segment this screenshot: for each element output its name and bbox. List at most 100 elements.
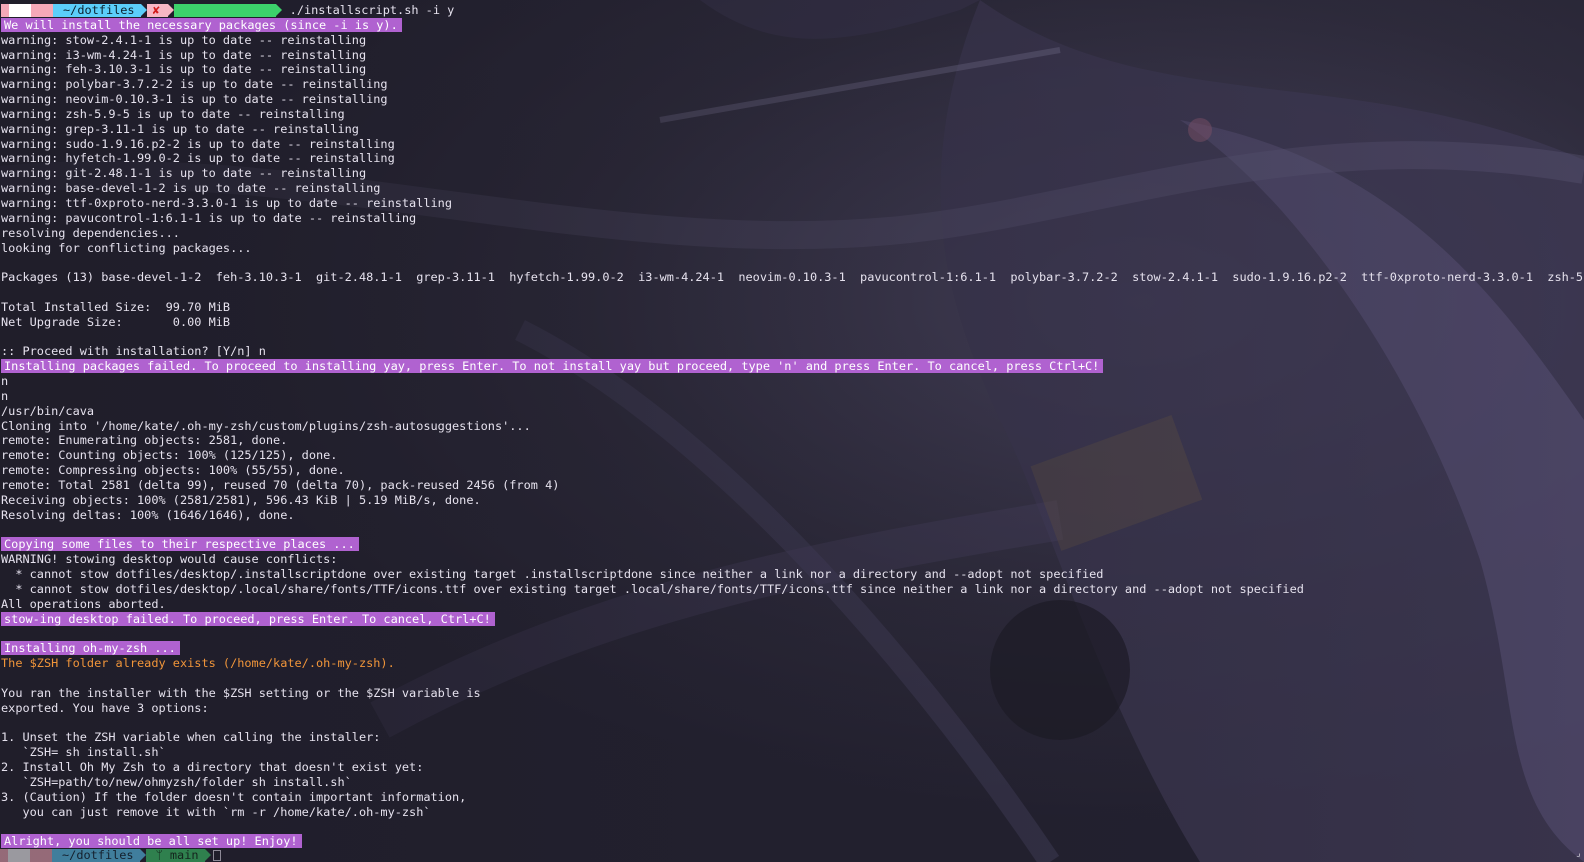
terminal-line: warning: zsh-5.9-5 is up to date -- rein…	[0, 107, 1584, 122]
terminal-line: warning: grep-3.11-1 is up to date -- re…	[0, 122, 1584, 137]
terminal-line-text: warning: i3-wm-4.24-1 is up to date -- r…	[1, 47, 367, 62]
terminal-line-text: warning: ttf-0xproto-nerd-3.3.0-1 is up …	[1, 195, 453, 210]
terminal-window[interactable]: ~/dotfiles ✘ ᛘ main ./installscript.sh -…	[0, 0, 1584, 862]
git-branch-icon: ᛘ	[227, 16, 241, 17]
terminal-line: stow-ing desktop failed. To proceed, pre…	[0, 611, 1584, 627]
terminal-line-text: exported. You have 3 options:	[1, 700, 209, 715]
prompt-branch-name: main	[241, 16, 270, 17]
prompt-separator-arrow	[275, 4, 282, 17]
terminal-line-text: warning: git-2.48.1-1 is up to date -- r…	[1, 166, 367, 181]
terminal-line-text: n	[1, 374, 9, 389]
highlighted-status-message: We will install the necessary packages (…	[1, 17, 402, 32]
terminal-line: warning: ttf-0xproto-nerd-3.3.0-1 is up …	[0, 196, 1584, 211]
terminal-line: n	[0, 389, 1584, 404]
shell-prompt: ~/dotfiles ✘ ᛘ main ./installscript.sh -…	[0, 3, 1584, 18]
terminal-line: Packages (13) base-devel-1-2 feh-3.10.3-…	[0, 270, 1584, 285]
terminal-line: Resolving deltas: 100% (1646/1646), done…	[0, 508, 1584, 523]
terminal-line-text: warning: feh-3.10.3-1 is up to date -- r…	[1, 62, 367, 77]
terminal-line: 3. (Caution) If the folder doesn't conta…	[0, 790, 1584, 805]
terminal-line-text: warning: base-devel-1-2 is up to date --…	[1, 181, 381, 196]
terminal-line: Total Installed Size: 99.70 MiB	[0, 300, 1584, 315]
terminal-line: remote: Counting objects: 100% (125/125)…	[0, 448, 1584, 463]
terminal-line: warning: sudo-1.9.16.p2-2 is up to date …	[0, 137, 1584, 152]
terminal-line-text: warning: grep-3.11-1 is up to date -- re…	[1, 121, 359, 136]
highlighted-status-message: Copying some files to their respective p…	[1, 537, 359, 552]
terminal-line: remote: Total 2581 (delta 99), reused 70…	[0, 478, 1584, 493]
terminal-line-text: * cannot stow dotfiles/desktop/.local/sh…	[1, 581, 1304, 596]
terminal-line: Installing packages failed. To proceed t…	[0, 359, 1584, 374]
terminal-line-text: /usr/bin/cava	[1, 403, 95, 418]
terminal-line: * cannot stow dotfiles/desktop/.local/sh…	[0, 582, 1584, 597]
terminal-line-text: * cannot stow dotfiles/desktop/.installs…	[1, 567, 1104, 582]
terminal-line-text: warning: polybar-3.7.2-2 is up to date -…	[1, 77, 388, 92]
terminal-output: We will install the necessary packages (…	[0, 17, 1584, 849]
terminal-line: warning: git-2.48.1-1 is up to date -- r…	[0, 166, 1584, 181]
warning-message: The $ZSH folder already exists (/home/ka…	[1, 656, 395, 671]
terminal-line-text: remote: Enumerating objects: 2581, done.	[1, 433, 288, 448]
highlighted-status-message: Installing oh-my-zsh ...	[1, 641, 180, 656]
terminal-line: All operations aborted.	[0, 597, 1584, 612]
terminal-line-text: Net Upgrade Size: 0.00 MiB	[1, 314, 231, 329]
terminal-line: warning: base-devel-1-2 is up to date --…	[0, 181, 1584, 196]
terminal-line: `ZSH= sh install.sh`	[0, 745, 1584, 760]
highlighted-status-message: Alright, you should be all set up! Enjoy…	[1, 834, 302, 849]
terminal-line-text: warning: pavucontrol-1:6.1-1 is up to da…	[1, 210, 417, 225]
terminal-line-text: `ZSH= sh install.sh`	[1, 745, 166, 760]
terminal-line: Alright, you should be all set up! Enjoy…	[0, 834, 1584, 849]
terminal-line-text: 1. Unset the ZSH variable when calling t…	[1, 730, 381, 745]
terminal-line: n	[0, 374, 1584, 389]
terminal-line: exported. You have 3 options:	[0, 701, 1584, 716]
terminal-line-text: 2. Install Oh My Zsh to a directory that…	[1, 760, 424, 775]
terminal-line-text: remote: Compressing objects: 100% (55/55…	[1, 463, 345, 478]
terminal-line: The $ZSH folder already exists (/home/ka…	[0, 656, 1584, 671]
highlighted-status-message: stow-ing desktop failed. To proceed, pre…	[1, 611, 495, 626]
terminal-line: looking for conflicting packages...	[0, 241, 1584, 256]
terminal-line-text: resolving dependencies...	[1, 225, 180, 240]
prompt-error-status: ✘	[146, 3, 168, 17]
terminal-line-text: warning: sudo-1.9.16.p2-2 is up to date …	[1, 136, 395, 151]
terminal-line: You ran the installer with the $ZSH sett…	[0, 686, 1584, 701]
terminal-line: resolving dependencies...	[0, 226, 1584, 241]
terminal-line-text: Packages (13) base-devel-1-2 feh-3.10.3-…	[1, 270, 1584, 285]
terminal-line-text: warning: hyfetch-1.99.0-2 is up to date …	[1, 151, 395, 166]
terminal-line-text: remote: Counting objects: 100% (125/125)…	[1, 448, 338, 463]
terminal-line-text: n	[1, 388, 9, 403]
terminal-line: warning: stow-2.4.1-1 is up to date -- r…	[0, 33, 1584, 48]
terminal-line: * cannot stow dotfiles/desktop/.installs…	[0, 567, 1584, 582]
terminal-line: `ZSH=path/to/new/ohmyzsh/folder sh insta…	[0, 775, 1584, 790]
terminal-line-text: warning: neovim-0.10.3-1 is up to date -…	[1, 92, 388, 107]
terminal-line: Copying some files to their respective p…	[0, 537, 1584, 552]
terminal-line: Installing oh-my-zsh ...	[0, 641, 1584, 656]
terminal-line: warning: feh-3.10.3-1 is up to date -- r…	[0, 62, 1584, 77]
terminal-line-text: `ZSH=path/to/new/ohmyzsh/folder sh insta…	[1, 774, 352, 789]
terminal-line: Net Upgrade Size: 0.00 MiB	[0, 315, 1584, 330]
terminal-line: We will install the necessary packages (…	[0, 17, 1584, 33]
terminal-line: you can just remove it with `rm -r /home…	[0, 805, 1584, 820]
terminal-line: Receiving objects: 100% (2581/2581), 596…	[0, 493, 1584, 508]
terminal-line-text: Resolving deltas: 100% (1646/1646), done…	[1, 507, 295, 522]
terminal-line-text: remote: Total 2581 (delta 99), reused 70…	[1, 478, 560, 492]
terminal-line: /usr/bin/cava	[0, 404, 1584, 419]
terminal-line-text: All operations aborted.	[1, 596, 166, 611]
terminal-line: warning: neovim-0.10.3-1 is up to date -…	[0, 92, 1584, 107]
terminal-line-text: 3. (Caution) If the folder doesn't conta…	[1, 789, 467, 804]
terminal-line-text: WARNING! stowing desktop would cause con…	[1, 552, 338, 567]
terminal-line: warning: pavucontrol-1:6.1-1 is up to da…	[0, 211, 1584, 226]
terminal-line: warning: polybar-3.7.2-2 is up to date -…	[0, 77, 1584, 92]
prompt-flag-segment	[9, 3, 31, 17]
terminal-line: remote: Compressing objects: 100% (55/55…	[0, 463, 1584, 478]
terminal-line: Cloning into '/home/kate/.oh-my-zsh/cust…	[0, 419, 1584, 434]
prompt-flag-segment	[31, 3, 53, 17]
prompt-directory: ~/dotfiles	[53, 3, 141, 17]
terminal-line-text: Receiving objects: 100% (2581/2581), 596…	[1, 492, 481, 507]
terminal-line-text: looking for conflicting packages...	[1, 240, 252, 255]
terminal-line: :: Proceed with installation? [Y/n] n	[0, 344, 1584, 359]
terminal-line: warning: i3-wm-4.24-1 is up to date -- r…	[0, 48, 1584, 63]
highlighted-status-message: Installing packages failed. To proceed t…	[1, 359, 1104, 374]
